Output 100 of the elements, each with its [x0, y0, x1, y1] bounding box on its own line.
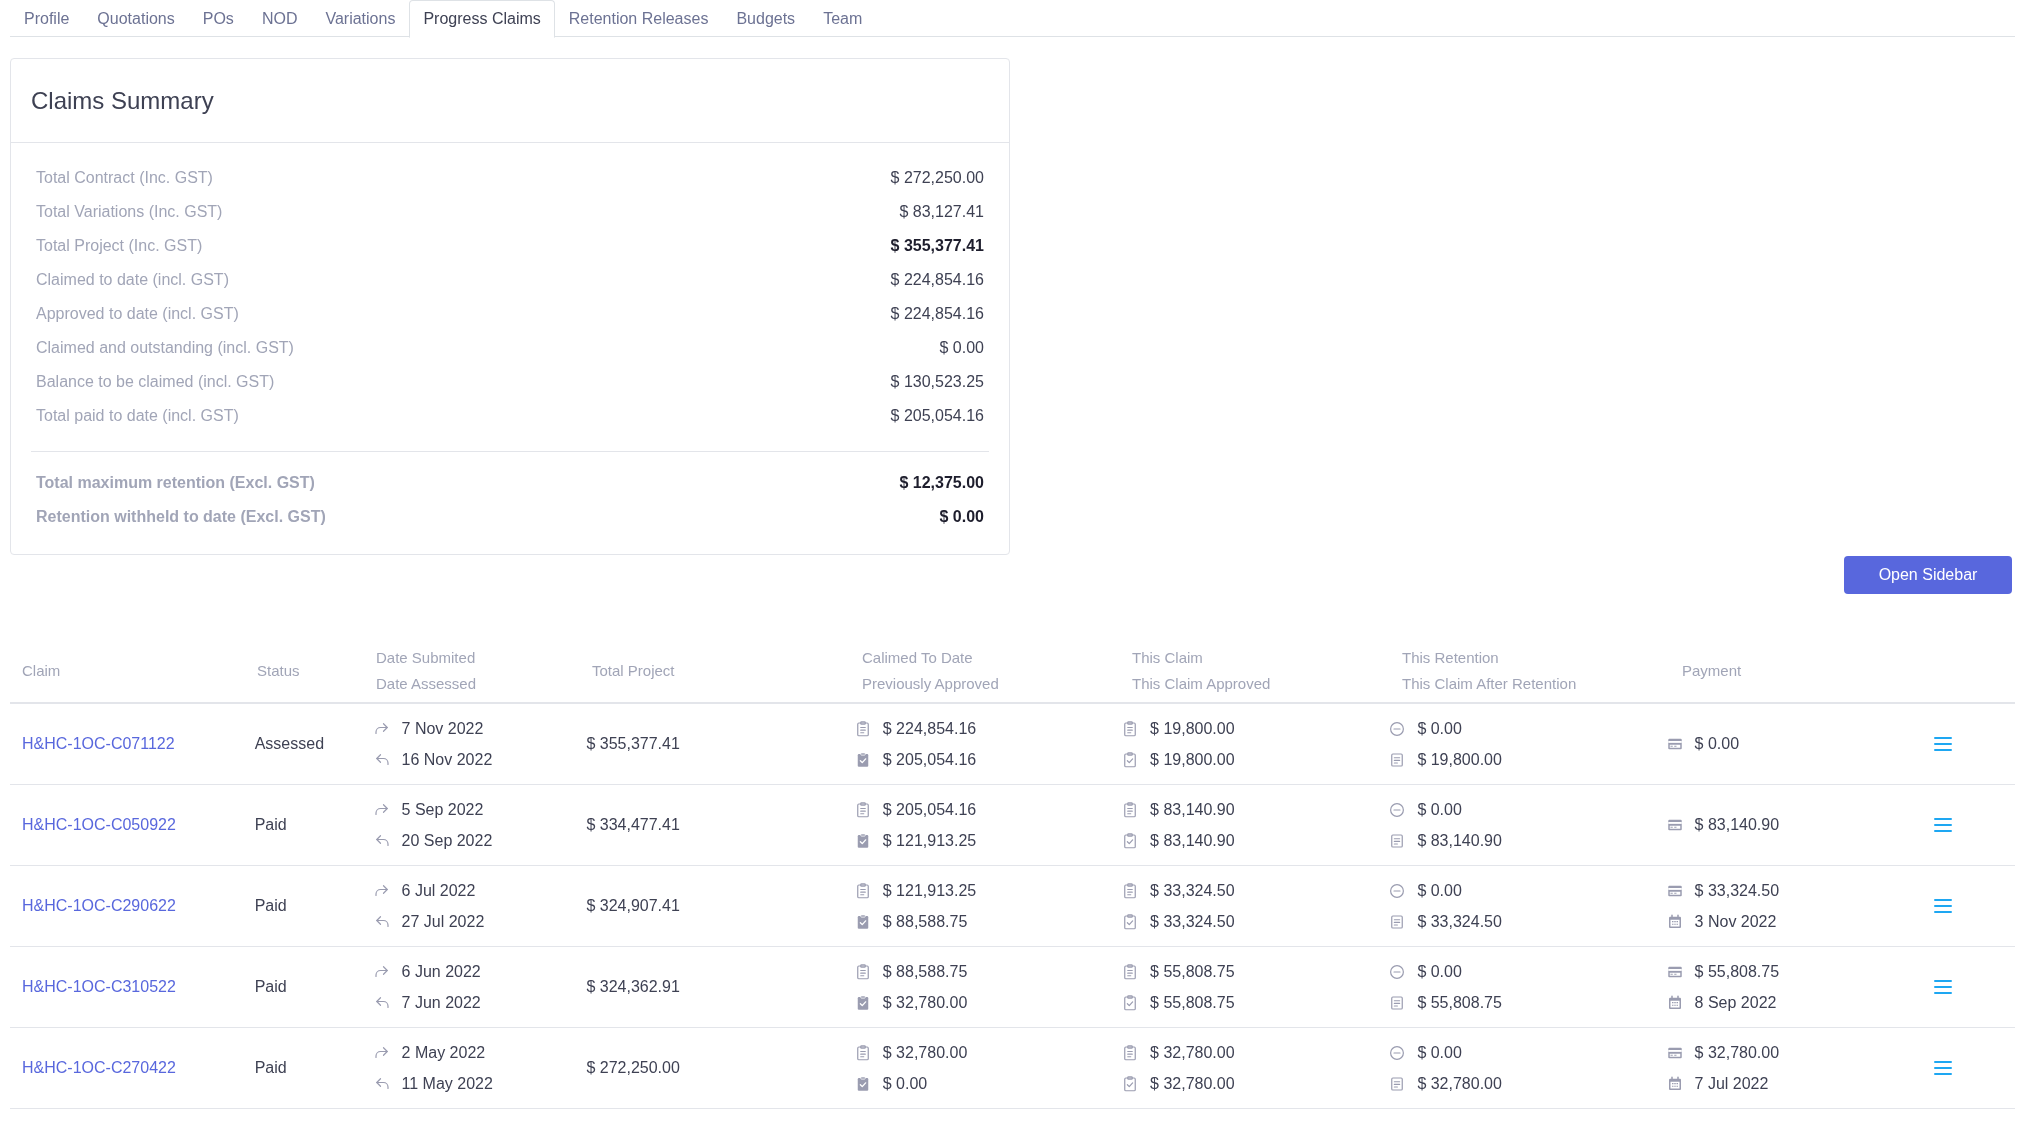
cell-value: $ 0.00	[882, 1073, 928, 1094]
cell-value: $ 83,140.90	[1417, 830, 1502, 851]
minus-circle-icon	[1388, 719, 1407, 738]
summary-value: $ 355,377.41	[890, 236, 984, 256]
summary-label: Claimed to date (incl. GST)	[36, 270, 229, 290]
cell-value: 7 Jun 2022	[401, 992, 481, 1013]
claim-link[interactable]: H&HC-1OC-C270422	[22, 1056, 243, 1080]
cell-value: $ 55,808.75	[1694, 961, 1780, 982]
cell-value: $ 121,913.25	[882, 880, 977, 901]
cell-value: $ 0.00	[1417, 1042, 1462, 1063]
summary-value: $ 205,054.16	[890, 406, 984, 426]
cell-value: $ 32,780.00	[882, 992, 968, 1013]
summary-value: $ 130,523.25	[890, 372, 984, 392]
summary-label: Claimed and outstanding (incl. GST)	[36, 338, 294, 358]
status-text: Paid	[254, 977, 288, 997]
cell-value: $ 83,140.90	[1150, 799, 1235, 820]
card-title: Claims Summary	[31, 85, 214, 116]
cell-value: $ 32,780.00	[882, 1042, 968, 1063]
cell-value: $ 205,054.16	[882, 749, 977, 770]
menu-icon[interactable]	[1932, 735, 1953, 753]
summary-label: Total maximum retention (Excl. GST)	[36, 473, 315, 493]
tab[interactable]: Profile	[10, 0, 84, 37]
menu-icon[interactable]	[1932, 1059, 1953, 1077]
cell-value: 27 Jul 2022	[401, 911, 485, 932]
cell-value: $ 55,808.75	[1150, 992, 1235, 1013]
minus-circle-icon	[1388, 800, 1407, 819]
claim-link[interactable]: H&HC-1OC-C290622	[22, 894, 243, 918]
cell-value: 11 May 2022	[401, 1073, 493, 1094]
tab[interactable]: Retention Releases	[554, 0, 723, 37]
cell-value: 2 May 2022	[401, 1042, 486, 1063]
menu-icon[interactable]	[1932, 978, 1953, 996]
open-sidebar-button[interactable]: Open Sidebar	[1844, 556, 2012, 594]
cell-value: $ 32,780.00	[1150, 1073, 1235, 1094]
summary-value: $ 224,854.16	[890, 304, 984, 324]
cell-value: 7 Jul 2022	[1694, 1073, 1769, 1094]
tab[interactable]: NOD	[247, 0, 312, 37]
column-header: This Claim After Retention	[1402, 674, 1578, 694]
cell-value: 8 Sep 2022	[1694, 992, 1777, 1013]
tab[interactable]: Team	[809, 0, 877, 37]
menu-icon[interactable]	[1932, 897, 1953, 915]
cell-value: $ 19,800.00	[1150, 749, 1235, 770]
column-header: This Claim	[1132, 647, 1204, 668]
status-text: Paid	[254, 815, 288, 835]
cell-value: $ 33,324.50	[1150, 880, 1235, 901]
status-text: Assessed	[254, 734, 326, 754]
cell-value: $ 32,780.00	[1694, 1042, 1780, 1063]
cell-value: $ 334,477.41	[586, 815, 681, 835]
column-header: Payment	[1682, 660, 1743, 681]
tab[interactable]: POs	[188, 0, 248, 37]
summary-label: Balance to be claimed (incl. GST)	[36, 372, 275, 392]
cell-value: $ 83,140.90	[1150, 830, 1235, 851]
column-header: This Claim Approved	[1132, 674, 1272, 694]
cell-value: $ 272,250.00	[586, 1058, 681, 1078]
tab[interactable]: Quotations	[83, 0, 189, 37]
column-header: Date Assessed	[376, 674, 478, 694]
cell-value: $ 83,140.90	[1694, 815, 1780, 835]
cell-value: $ 0.00	[1417, 961, 1462, 982]
summary-value: $ 0.00	[939, 338, 984, 358]
cell-value: $ 324,362.91	[586, 977, 681, 997]
summary-label: Retention withheld to date (Excl. GST)	[36, 507, 326, 527]
menu-icon[interactable]	[1932, 816, 1953, 834]
cell-value: 6 Jun 2022	[401, 961, 481, 982]
cell-value: 16 Nov 2022	[401, 749, 493, 770]
summary-value: $ 224,854.16	[890, 270, 984, 290]
cell-value: $ 121,913.25	[882, 830, 977, 851]
claim-link[interactable]: H&HC-1OC-C071122	[22, 732, 243, 756]
cell-value: $ 0.00	[1417, 718, 1462, 739]
column-header: Calimed To Date	[862, 647, 974, 668]
cell-value: 3 Nov 2022	[1694, 911, 1777, 932]
cell-value: $ 33,324.50	[1694, 880, 1780, 901]
cell-value: $ 88,588.75	[882, 911, 968, 932]
status-text: Paid	[254, 896, 288, 916]
summary-label: Total Contract (Inc. GST)	[36, 168, 213, 188]
column-header: Claim	[22, 660, 62, 681]
column-header: This Retention	[1402, 647, 1500, 668]
cell-value: 20 Sep 2022	[401, 830, 493, 851]
tab[interactable]: Budgets	[722, 0, 810, 37]
tab[interactable]: Progress Claims	[409, 0, 555, 38]
claim-link[interactable]: H&HC-1OC-C310522	[22, 975, 243, 999]
column-header: Date Submited	[376, 647, 477, 668]
column-header: Status	[257, 660, 301, 681]
summary-value: $ 83,127.41	[899, 202, 984, 222]
column-header: Previously Approved	[862, 674, 1000, 694]
cell-value: $ 19,800.00	[1417, 749, 1502, 770]
summary-label: Total Project (Inc. GST)	[36, 236, 203, 256]
cell-value: $ 32,780.00	[1150, 1042, 1235, 1063]
claim-link[interactable]: H&HC-1OC-C050922	[22, 813, 243, 837]
tab[interactable]: Variations	[311, 0, 410, 37]
column-header: Total Project	[592, 660, 676, 681]
cell-value: $ 33,324.50	[1150, 911, 1235, 932]
cell-value: $ 0.00	[1417, 799, 1462, 820]
cell-value: $ 205,054.16	[882, 799, 977, 820]
cell-value: 7 Nov 2022	[401, 718, 484, 739]
status-text: Paid	[254, 1058, 288, 1078]
cell-value: $ 33,324.50	[1417, 911, 1502, 932]
cell-value: $ 0.00	[1417, 880, 1462, 901]
minus-circle-icon	[1388, 1043, 1407, 1062]
cell-value: $ 55,808.75	[1417, 992, 1502, 1013]
summary-value: $ 272,250.00	[890, 168, 984, 188]
cell-value: $ 32,780.00	[1417, 1073, 1502, 1094]
